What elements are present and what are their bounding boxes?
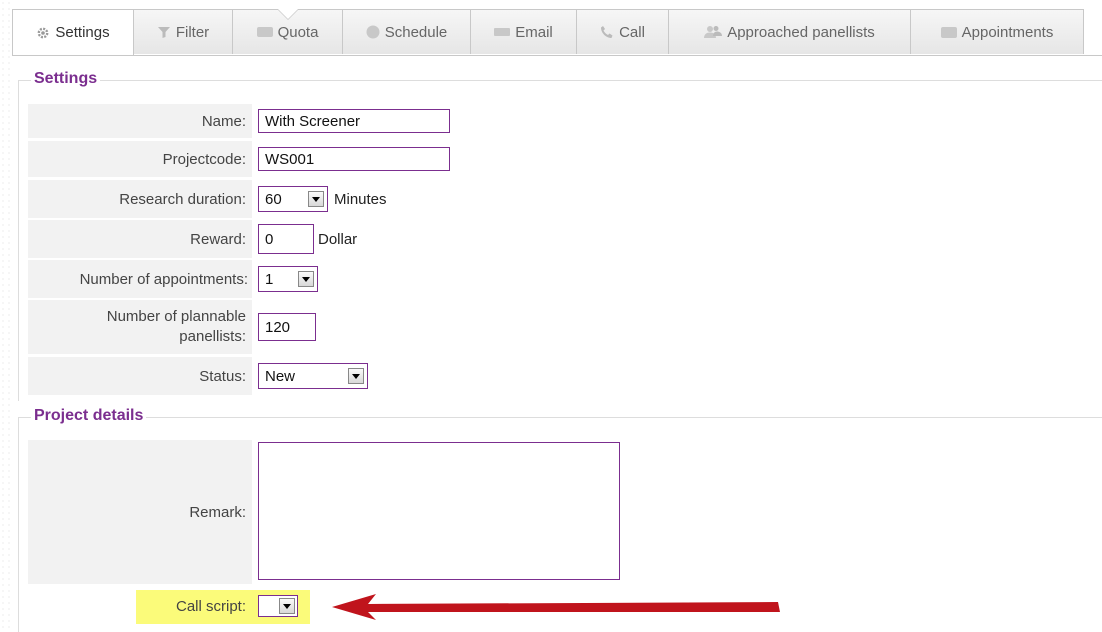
chevron-down-icon[interactable] — [308, 191, 324, 207]
project-details-legend: Project details — [31, 407, 147, 425]
tab-appointments[interactable]: Appointments — [911, 9, 1084, 54]
tab-pointer — [277, 9, 298, 19]
call-script-label: Call script: — [175, 597, 246, 615]
settings-legend: Settings — [31, 70, 101, 88]
plannable-label: Number of plannable panellists: — [28, 300, 252, 354]
phone-icon — [600, 25, 614, 39]
tab-label: Call — [619, 23, 645, 41]
projectcode-label: Projectcode: — [28, 141, 252, 177]
circle-icon — [366, 25, 380, 39]
row-status: Status: New — [28, 357, 368, 395]
plannable-input[interactable]: 120 — [258, 313, 316, 341]
remark-textarea[interactable] — [258, 442, 620, 580]
square-icon — [256, 26, 273, 38]
row-projectcode: Projectcode: WS001 — [28, 141, 450, 177]
plannable-label-line2: panellists: — [179, 328, 246, 345]
row-call-script: Call script: — [28, 588, 298, 624]
plannable-label-line1: Number of plannable — [106, 308, 246, 325]
remark-label: Remark: — [28, 440, 252, 584]
tab-schedule[interactable]: Schedule — [343, 9, 471, 54]
chevron-down-icon[interactable] — [279, 598, 295, 614]
reward-unit: Dollar — [318, 230, 358, 248]
name-input[interactable]: With Screener — [258, 109, 450, 133]
arrow-annotation-icon — [332, 594, 780, 620]
appointments-select[interactable]: 1 — [258, 266, 318, 292]
duration-value: 60 — [265, 190, 282, 208]
tab-label: Email — [515, 23, 553, 41]
row-name: Name: With Screener — [28, 104, 450, 138]
duration-label: Research duration: — [28, 180, 252, 218]
row-research-duration: Research duration: 60 Minutes — [28, 180, 387, 218]
tab-bar: Settings Filter Quota Schedule Email Cal… — [12, 9, 1102, 56]
row-reward: Reward: 0 Dollar — [28, 220, 357, 258]
tab-filter[interactable]: Filter — [134, 9, 233, 54]
appointments-label: Number of appointments: — [28, 260, 252, 298]
row-plannable-panellists: Number of plannable panellists: 120 — [28, 300, 316, 354]
gear-icon — [36, 26, 50, 40]
tab-label: Filter — [175, 23, 210, 41]
tab-quota[interactable]: Quota — [233, 9, 343, 54]
row-appointments: Number of appointments: 1 — [28, 260, 318, 298]
chevron-down-icon[interactable] — [298, 271, 314, 287]
chevron-down-icon[interactable] — [348, 368, 364, 384]
tab-label: Settings — [55, 24, 110, 41]
tab-email[interactable]: Email — [471, 9, 577, 54]
reward-input[interactable]: 0 — [258, 224, 314, 254]
people-icon — [704, 25, 723, 39]
duration-select[interactable]: 60 — [258, 186, 328, 212]
call-script-select[interactable] — [258, 595, 298, 617]
tab-approached-panellists[interactable]: Approached panellists — [669, 9, 911, 54]
duration-unit: Minutes — [334, 190, 387, 208]
name-label: Name: — [28, 104, 252, 138]
status-value: New — [265, 367, 296, 385]
tab-label: Appointments — [961, 23, 1054, 41]
settings-panel: Settings Filter Quota Schedule Email Cal… — [12, 0, 1102, 632]
tab-label: Quota — [277, 23, 319, 41]
tab-settings[interactable]: Settings — [12, 9, 134, 55]
projectcode-input[interactable]: WS001 — [258, 147, 450, 171]
tab-label: Schedule — [384, 23, 448, 41]
funnel-icon — [157, 25, 171, 39]
status-label: Status: — [28, 357, 252, 395]
row-remark: Remark: — [28, 440, 620, 584]
calendar-icon — [940, 26, 957, 39]
reward-label: Reward: — [28, 220, 252, 258]
tab-call[interactable]: Call — [577, 9, 669, 54]
appointments-value: 1 — [265, 270, 274, 288]
envelope-icon — [494, 26, 511, 38]
status-select[interactable]: New — [258, 363, 368, 389]
tab-label: Approached panellists — [727, 23, 875, 41]
